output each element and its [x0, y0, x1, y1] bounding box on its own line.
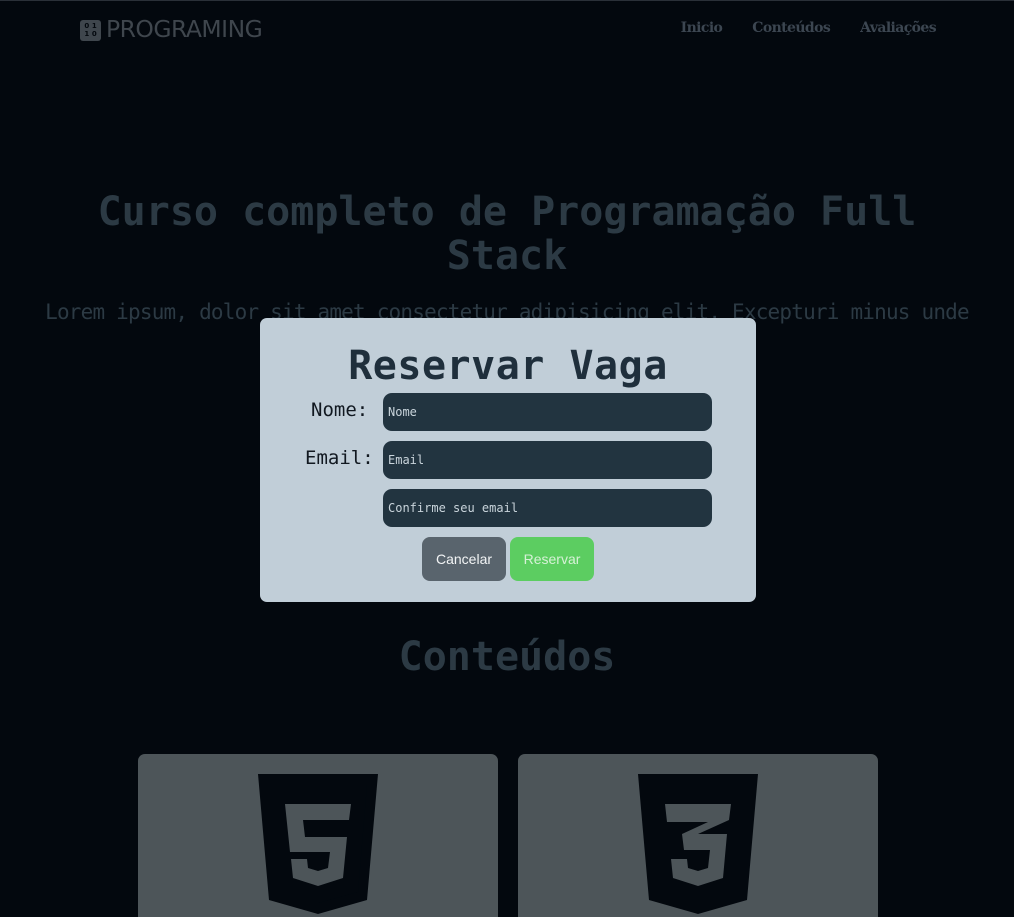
page: 0 1 1 0 PROGRAMING Inicio Conteúdos Aval… [0, 0, 1014, 917]
email-input[interactable] [383, 441, 712, 479]
name-label: Nome: [311, 399, 369, 421]
modal-title: Reservar Vaga [348, 343, 668, 389]
cancel-button[interactable]: Cancelar [422, 537, 506, 581]
reserve-modal: Reservar Vaga Nome: Email: Cancelar Rese… [260, 318, 756, 602]
reserve-button[interactable]: Reservar [510, 537, 594, 581]
confirm-email-input[interactable] [383, 489, 712, 527]
name-input[interactable] [383, 393, 712, 431]
email-label: Email: [305, 447, 374, 469]
